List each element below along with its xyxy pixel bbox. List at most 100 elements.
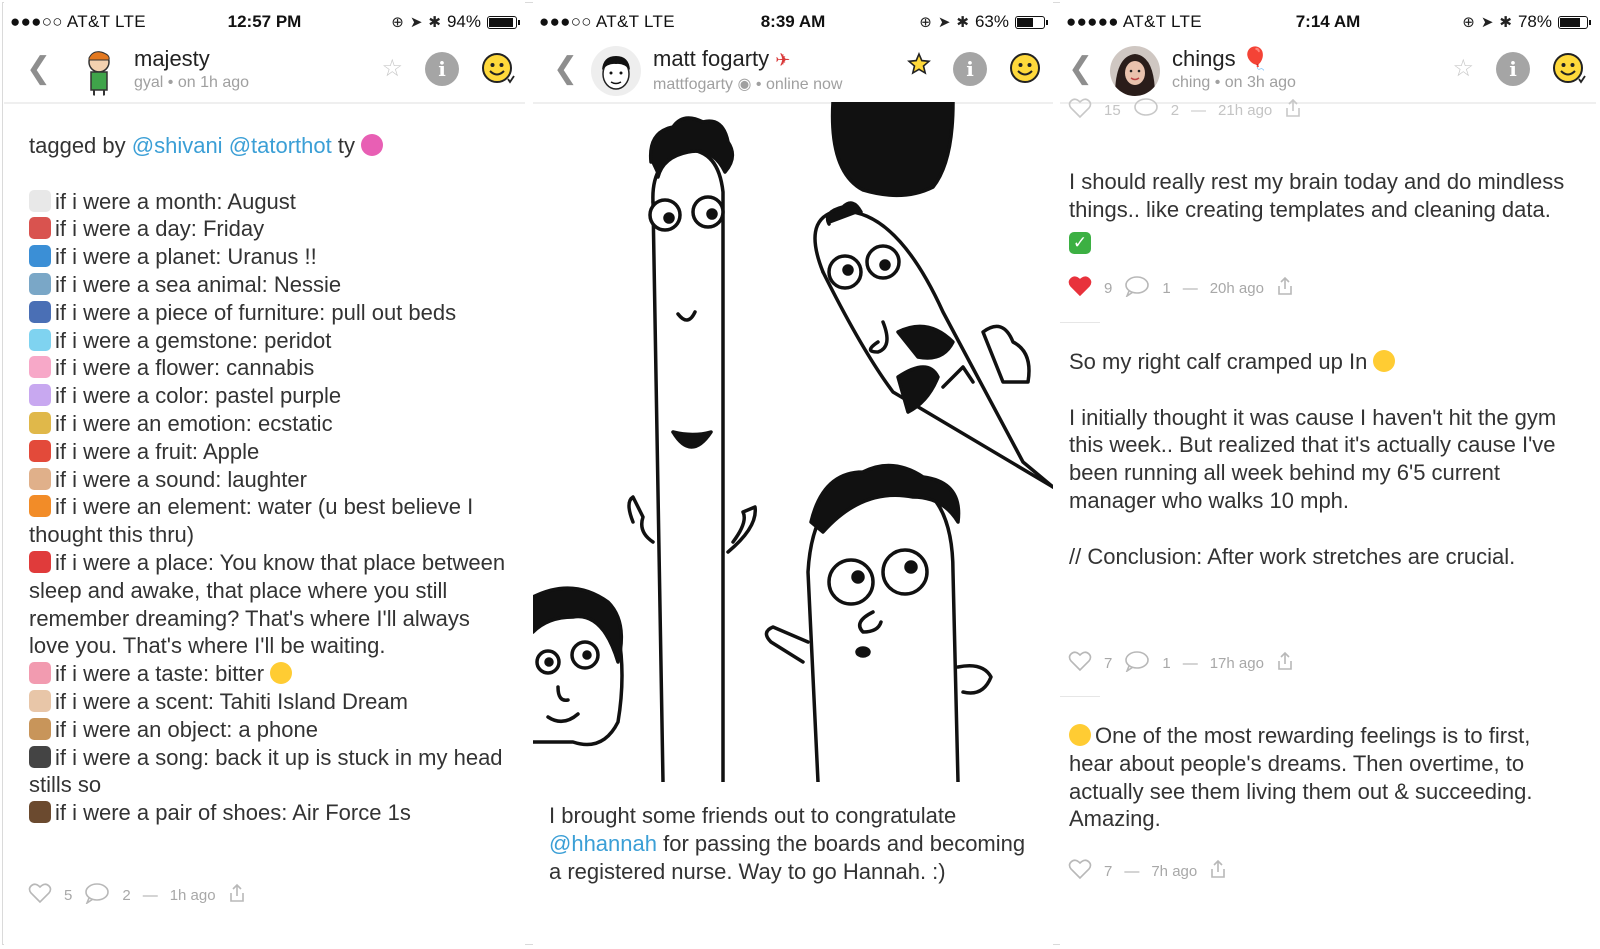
answer-text: if i were a flower: cannabis xyxy=(55,355,315,381)
package-icon xyxy=(29,717,51,740)
profile-name[interactable]: majesty xyxy=(134,46,210,72)
location-icon: ➤ xyxy=(937,14,951,31)
post-body: I should really rest my brain today and … xyxy=(1069,168,1574,254)
nose-icon xyxy=(29,689,51,712)
post-meta: 7 1 — 17h ago xyxy=(1068,650,1294,676)
share-icon[interactable] xyxy=(228,883,246,907)
persevering-face-icon xyxy=(1373,350,1396,372)
helicopter-icon: ✈ xyxy=(775,50,791,70)
status-bar: ●●●●● AT&T LTE 7:14 AM ⊕ ➤ ✱ 78% xyxy=(1060,10,1596,36)
answer-text: if i were a place: You know that place b… xyxy=(29,549,506,659)
photo-avatar-icon xyxy=(1110,46,1160,96)
share-icon[interactable] xyxy=(1276,276,1294,300)
post-text: So my right calf cramped up In xyxy=(1069,349,1368,374)
answer-text: if i were a taste: bitter xyxy=(55,661,265,687)
post-intro: tagged by @shivani @tatorthot ty xyxy=(29,132,507,160)
avatar[interactable] xyxy=(74,46,124,96)
answer-line: if i were a place: You know that place b… xyxy=(29,549,507,660)
answer-text: if i were a month: August xyxy=(55,188,296,214)
post-time: 20h ago xyxy=(1209,279,1264,297)
answer-line: if i were a day: Friday xyxy=(29,215,507,243)
post-time: 17h ago xyxy=(1209,654,1264,672)
post-body: I brought some friends out to congratula… xyxy=(549,802,1035,885)
profile-name[interactable]: chings 🎈 xyxy=(1172,46,1269,72)
favorite-star-icon[interactable]: ☆ xyxy=(1452,52,1474,86)
share-icon[interactable] xyxy=(1284,98,1302,122)
sketch-portrait-avatar-icon xyxy=(591,46,641,96)
comment-bubble-icon[interactable] xyxy=(1124,650,1150,676)
back-chevron-icon[interactable]: ❮ xyxy=(1068,54,1093,84)
tear-off-calendar-icon xyxy=(29,217,51,240)
back-chevron-icon[interactable]: ❮ xyxy=(553,54,578,84)
battery-percent: 63% xyxy=(974,12,1009,31)
like-count: 7 xyxy=(1104,654,1113,672)
like-heart-icon[interactable] xyxy=(1068,858,1092,884)
answer-text: if i were a piece of furniture: pull out… xyxy=(55,299,457,325)
bed-icon xyxy=(29,300,51,323)
back-chevron-icon[interactable]: ❮ xyxy=(26,54,51,84)
comment-bubble-icon[interactable] xyxy=(1124,275,1150,301)
smiley-icon[interactable] xyxy=(481,52,515,86)
bluetooth-icon: ✱ xyxy=(1499,14,1512,31)
favorite-star-icon[interactable]: ☆ xyxy=(381,52,403,86)
battery-icon xyxy=(1558,15,1591,29)
nav-bar: ❮ majesty gyal • on 1h ago ☆ i xyxy=(4,40,525,104)
info-icon[interactable]: i xyxy=(1496,52,1530,86)
meta-dash: — xyxy=(1124,862,1140,880)
like-heart-icon[interactable] xyxy=(1068,97,1092,123)
battery-percent: 78% xyxy=(1517,12,1552,31)
avatar[interactable] xyxy=(1110,46,1160,96)
answer-line: if i were a planet: Uranus !! xyxy=(29,243,507,271)
info-icon[interactable]: i xyxy=(425,52,459,86)
favorite-star-icon[interactable] xyxy=(907,51,931,86)
answer-line: if i were a song: back it up is stuck in… xyxy=(29,744,507,800)
battery-fill xyxy=(1560,17,1580,27)
comment-count: 2 xyxy=(1170,101,1180,119)
rotation-lock-icon: ⊕ xyxy=(919,14,932,31)
like-heart-icon[interactable] xyxy=(28,882,52,908)
whale-icon xyxy=(29,272,51,295)
answer-line: if i were a month: August xyxy=(29,188,507,216)
comment-bubble-icon[interactable] xyxy=(84,882,110,908)
profile-name-text: matt fogarty xyxy=(653,46,770,71)
mention-link[interactable]: @shivani xyxy=(132,133,223,158)
cherry-blossom-icon xyxy=(29,356,51,379)
share-icon[interactable] xyxy=(1276,651,1294,675)
share-icon[interactable] xyxy=(1209,859,1227,883)
intro-text: tagged by xyxy=(29,133,132,158)
like-heart-icon[interactable] xyxy=(1068,275,1092,301)
mention-link[interactable]: @hhannah xyxy=(549,831,657,856)
sparkling-heart-icon xyxy=(361,134,384,156)
post-time: 1h ago xyxy=(169,886,216,904)
battery-fill xyxy=(1017,17,1033,27)
info-icon[interactable]: i xyxy=(953,52,987,86)
profile-subtitle: ching • on 3h ago xyxy=(1172,74,1296,91)
avatar[interactable] xyxy=(591,46,641,96)
verified-icon: ◉ xyxy=(737,76,752,93)
like-count: 9 xyxy=(1104,279,1113,297)
smiley-face-icon xyxy=(1553,53,1586,84)
battery-percent: 94% xyxy=(446,12,481,31)
mention-link[interactable]: @tatorthot xyxy=(229,133,332,158)
answer-line: if i were a sea animal: Nessie xyxy=(29,271,507,299)
answer-line: if i were a scent: Tahiti Island Dream xyxy=(29,688,507,716)
smiley-icon[interactable] xyxy=(1009,52,1043,86)
smiley-icon[interactable] xyxy=(1552,52,1586,86)
rainbow-icon xyxy=(29,384,51,407)
answer-line: if i were a color: pastel purple xyxy=(29,382,507,410)
bluetooth-icon: ✱ xyxy=(956,14,969,31)
comment-bubble-icon[interactable] xyxy=(1133,97,1159,123)
nav-actions: ☆ i xyxy=(1452,52,1586,86)
tongue-icon xyxy=(29,662,51,685)
post-text: One of the most rewarding feelings is to… xyxy=(1069,723,1533,832)
profile-name[interactable]: matt fogarty ✈ xyxy=(653,46,790,72)
like-heart-icon[interactable] xyxy=(1068,650,1092,676)
nav-actions: i xyxy=(907,51,1043,86)
meta-dash: — xyxy=(1191,101,1207,119)
intro-text: ty xyxy=(331,133,355,158)
pin-icon xyxy=(29,550,51,573)
battery-icon xyxy=(487,15,520,29)
status-bar: ●●●○○ AT&T LTE 8:39 AM ⊕ ➤ ✱ 63% xyxy=(533,10,1053,36)
fire-icon xyxy=(29,495,51,518)
comment-count: 2 xyxy=(122,886,131,904)
